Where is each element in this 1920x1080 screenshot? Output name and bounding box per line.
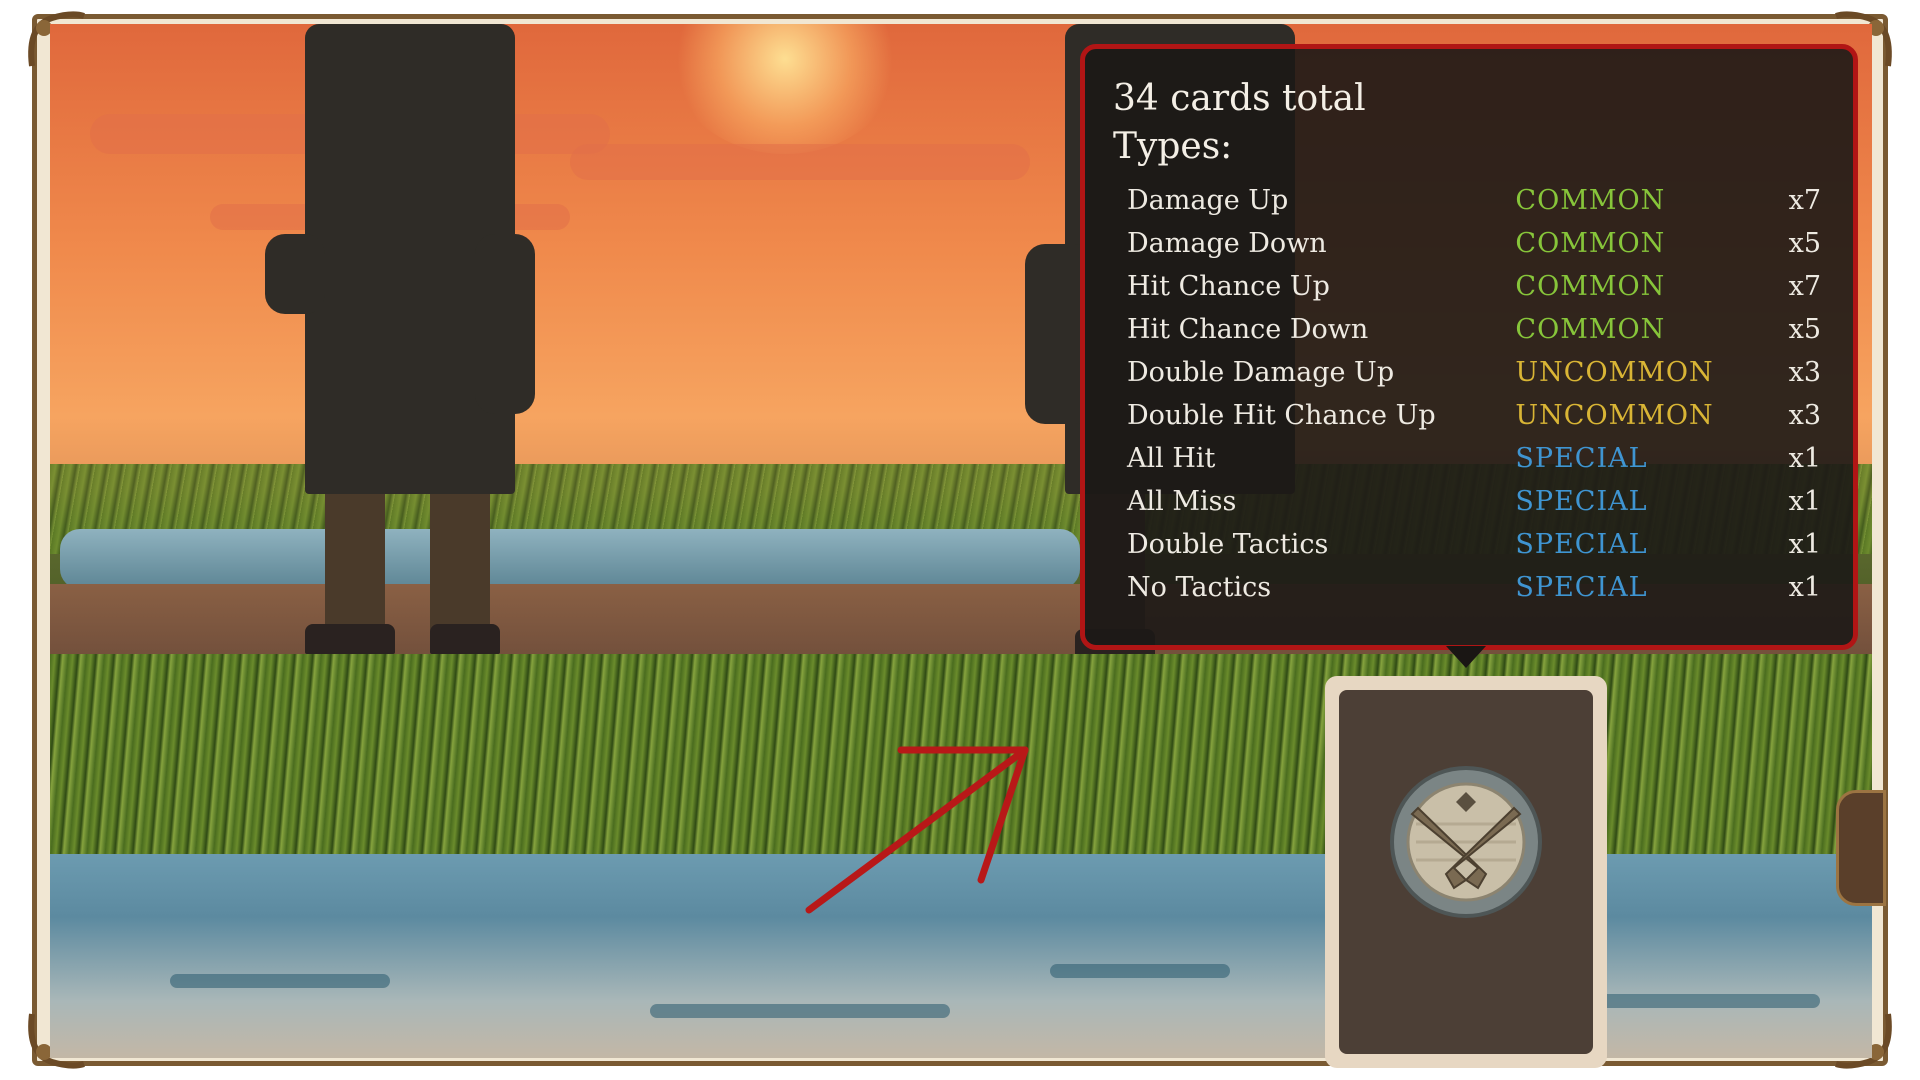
right-arm-with-pistol [475, 234, 535, 414]
side-panel-tab[interactable] [1836, 790, 1886, 906]
card-rarity-label: SPECIAL [1515, 486, 1648, 517]
tactics-deck-card[interactable] [1325, 676, 1607, 1068]
card-rarity-label: SPECIAL [1515, 572, 1648, 603]
card-type-row: Hit Chance Down COMMON x5 [1113, 308, 1821, 351]
card-type-row: Double Damage Up UNCOMMON x3 [1113, 351, 1821, 394]
card-count: x1 [1788, 529, 1821, 560]
card-type-name: Double Tactics [1127, 529, 1329, 560]
card-type-name: Damage Down [1127, 228, 1327, 259]
cloud [570, 144, 1030, 180]
card-count: x7 [1788, 185, 1821, 216]
card-type-name: Damage Up [1127, 185, 1289, 216]
card-type-row: Damage Down COMMON x5 [1113, 222, 1821, 265]
types-heading: Types: [1113, 126, 1233, 167]
card-rarity-label: UNCOMMON [1515, 357, 1714, 388]
card-count: x1 [1788, 572, 1821, 603]
sun [670, 24, 900, 154]
water-ripple [1600, 994, 1820, 1008]
card-type-row: No Tactics SPECIAL x1 [1113, 566, 1821, 609]
deck-card-back [1339, 690, 1593, 1054]
annotation-arrow [805, 746, 1029, 914]
water-ripple [650, 1004, 950, 1018]
right-leg [430, 494, 490, 634]
deck-total-label: 34 cards total [1113, 78, 1366, 119]
card-count: x3 [1788, 357, 1821, 388]
card-type-name: Double Hit Chance Up [1127, 400, 1436, 431]
card-count: x1 [1788, 486, 1821, 517]
gunslinger-left [265, 24, 565, 664]
card-count: x5 [1788, 228, 1821, 259]
card-count: x3 [1788, 400, 1821, 431]
card-type-name: Hit Chance Up [1127, 271, 1330, 302]
card-type-name: All Hit [1127, 443, 1216, 474]
card-rarity-label: COMMON [1515, 271, 1666, 302]
card-type-row: All Miss SPECIAL x1 [1113, 480, 1821, 523]
left-boot [305, 624, 395, 654]
deck-info-tooltip: 34 cards total Types: Damage Up COMMON x… [1080, 44, 1858, 650]
card-type-row: Double Tactics SPECIAL x1 [1113, 523, 1821, 566]
water-puddle [60, 529, 1080, 589]
card-type-row: Damage Up COMMON x7 [1113, 179, 1821, 222]
card-type-name: No Tactics [1127, 572, 1272, 603]
card-count: x1 [1788, 443, 1821, 474]
card-count: x5 [1788, 314, 1821, 345]
card-rarity-label: SPECIAL [1515, 443, 1648, 474]
card-type-name: Double Damage Up [1127, 357, 1395, 388]
card-type-row: Hit Chance Up COMMON x7 [1113, 265, 1821, 308]
tooltip-pointer [1446, 646, 1486, 668]
card-type-name: All Miss [1127, 486, 1237, 517]
card-rarity-label: COMMON [1515, 314, 1666, 345]
card-count: x7 [1788, 271, 1821, 302]
card-rarity-label: COMMON [1515, 228, 1666, 259]
card-rarity-label: UNCOMMON [1515, 400, 1714, 431]
right-boot [430, 624, 500, 654]
card-rarity-label: SPECIAL [1515, 529, 1648, 560]
card-rarity-label: COMMON [1515, 185, 1666, 216]
card-type-name: Hit Chance Down [1127, 314, 1369, 345]
water-ripple [1050, 964, 1230, 978]
water-ripple [170, 974, 390, 988]
left-hand [265, 234, 325, 314]
left-leg [325, 494, 385, 634]
crossed-pistols-icon [1390, 766, 1542, 918]
card-type-list: Damage Up COMMON x7 Damage Down COMMON x… [1113, 179, 1821, 609]
card-type-row: Double Hit Chance Up UNCOMMON x3 [1113, 394, 1821, 437]
card-type-row: All Hit SPECIAL x1 [1113, 437, 1821, 480]
